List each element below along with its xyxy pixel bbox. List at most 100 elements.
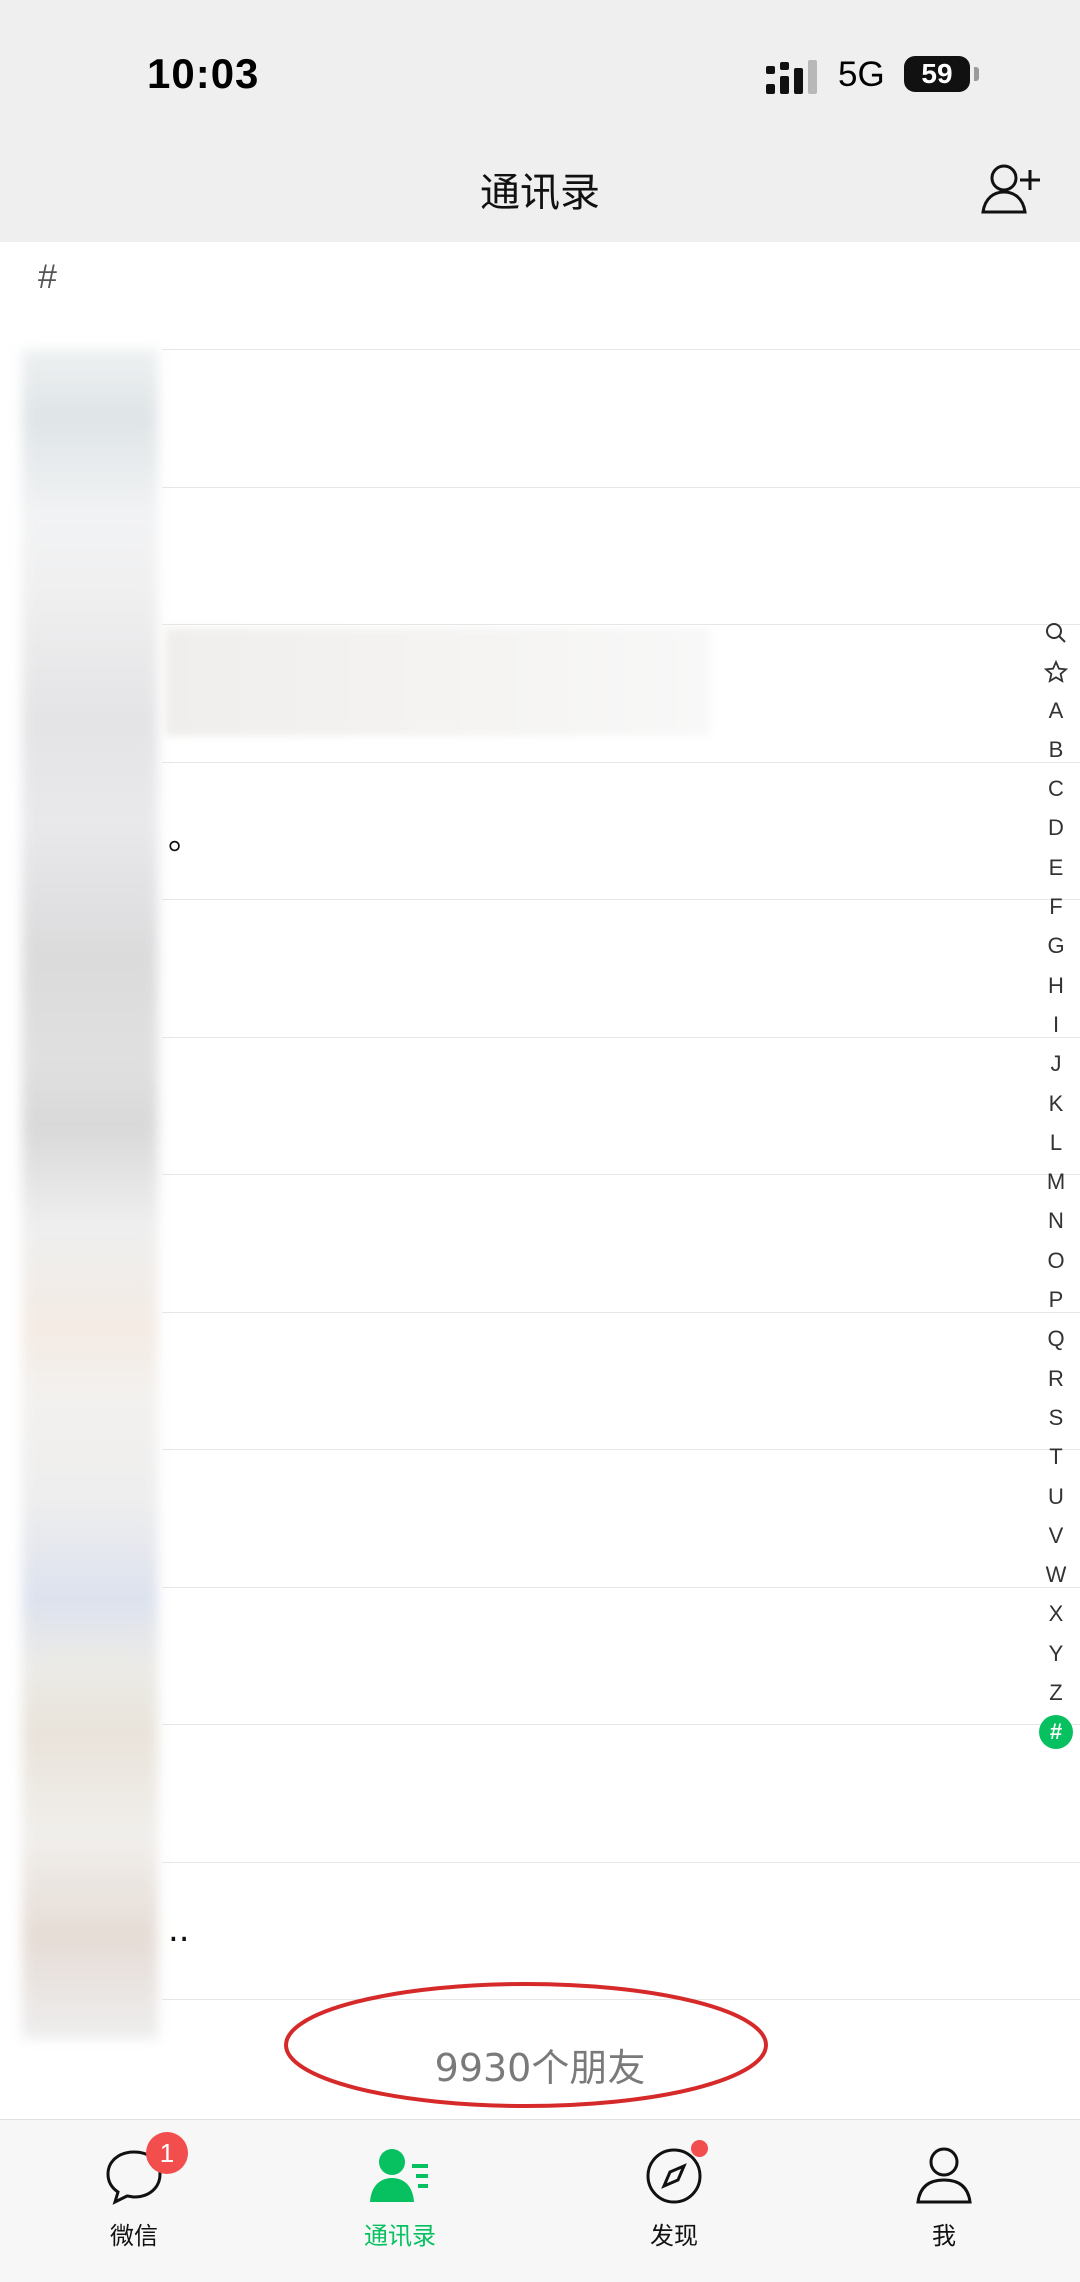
index-letter-label: F — [1049, 894, 1063, 920]
index-letter-label: K — [1048, 1090, 1064, 1116]
contact-row[interactable]: .. — [0, 1861, 1080, 2000]
section-header: # — [38, 258, 57, 296]
signal-icon — [766, 60, 817, 94]
row-divider — [162, 624, 1080, 625]
contact-row[interactable]: 。 — [0, 761, 1080, 900]
battery-indicator: 59 — [904, 56, 979, 92]
index-letter-label: S — [1048, 1404, 1064, 1430]
index-letter[interactable]: F — [1030, 887, 1080, 926]
index-letter-label: Z — [1049, 1680, 1063, 1706]
index-letter[interactable]: W — [1030, 1555, 1080, 1594]
index-star-icon[interactable] — [1030, 651, 1080, 690]
row-divider — [162, 349, 1080, 350]
add-contact-icon[interactable] — [980, 160, 1042, 216]
index-letter-label: R — [1048, 1365, 1064, 1391]
friend-count: 9930个朋友 — [434, 2046, 646, 2090]
contact-row[interactable] — [0, 899, 1080, 1037]
discover-dot — [691, 2140, 708, 2157]
tab-label: 我 — [932, 2222, 956, 2250]
index-letter-label: P — [1048, 1287, 1064, 1313]
index-search-icon[interactable] — [1030, 612, 1080, 651]
index-letter[interactable]: K — [1030, 1084, 1080, 1123]
row-divider — [162, 1174, 1080, 1175]
unread-badge: 1 — [146, 2132, 188, 2174]
index-letter-label: U — [1048, 1483, 1064, 1509]
tab-discover[interactable]: 发现 — [574, 2120, 774, 2282]
contact-row[interactable] — [0, 349, 1080, 487]
index-letter-label: M — [1046, 1169, 1066, 1195]
index-letter[interactable]: N — [1030, 1201, 1080, 1240]
index-letter[interactable]: E — [1030, 848, 1080, 887]
tab-contacts[interactable]: 通讯录 — [300, 2120, 500, 2282]
index-letter-label: Q — [1047, 1326, 1065, 1352]
contact-row[interactable] — [0, 1311, 1080, 1450]
row-divider — [162, 1449, 1080, 1450]
index-letter-label: L — [1049, 1129, 1063, 1155]
contacts-icon — [370, 2149, 428, 2202]
index-letter[interactable]: T — [1030, 1437, 1080, 1476]
index-letter[interactable]: M — [1030, 1162, 1080, 1201]
tab-me[interactable]: 我 — [844, 2120, 1044, 2282]
index-letter-label: T — [1049, 1444, 1063, 1470]
index-letter[interactable]: Q — [1030, 1319, 1080, 1358]
row-divider — [162, 1036, 1080, 1038]
contact-row[interactable] — [0, 1724, 1080, 1862]
index-letter-label: B — [1048, 736, 1064, 762]
row-divider — [162, 1724, 1080, 1725]
index-letter-label: G — [1047, 933, 1065, 959]
index-letter[interactable]: O — [1030, 1241, 1080, 1280]
row-divider — [162, 1311, 1080, 1313]
index-letter[interactable]: I — [1030, 1005, 1080, 1044]
index-letter[interactable]: U — [1030, 1477, 1080, 1516]
page-title: 通讯录 — [480, 170, 600, 216]
tab-chats[interactable]: 微信 — [34, 2120, 234, 2282]
status-bar: 10:03 5G 59 — [0, 0, 1080, 150]
index-letter[interactable]: # — [1030, 1712, 1080, 1751]
contact-list: 。.. — [0, 349, 1080, 2000]
index-letter[interactable]: D — [1030, 808, 1080, 847]
index-letter[interactable]: X — [1030, 1594, 1080, 1633]
index-letter[interactable]: J — [1030, 1044, 1080, 1083]
contact-name: .. — [168, 1909, 190, 1950]
index-letter[interactable]: L — [1030, 1123, 1080, 1162]
index-letter[interactable]: P — [1030, 1280, 1080, 1319]
index-letter[interactable]: R — [1030, 1359, 1080, 1398]
index-letter-label: X — [1048, 1601, 1064, 1627]
index-letter[interactable]: B — [1030, 730, 1080, 769]
contact-row[interactable] — [0, 486, 1080, 625]
row-divider — [162, 1586, 1080, 1588]
index-letter-label: C — [1048, 776, 1064, 802]
tab-label: 通讯录 — [364, 2222, 436, 2250]
index-letter[interactable]: Z — [1030, 1673, 1080, 1712]
index-letter-label: # — [1039, 1715, 1073, 1750]
index-letter-label: H — [1048, 972, 1064, 998]
row-divider — [162, 1861, 1080, 1863]
index-letter[interactable]: V — [1030, 1516, 1080, 1555]
index-letter[interactable]: H — [1030, 966, 1080, 1005]
index-letter[interactable]: C — [1030, 769, 1080, 808]
top-bar: 10:03 5G 59 通讯录 — [0, 0, 1080, 242]
contact-row[interactable] — [0, 624, 1080, 762]
index-letter-label: E — [1048, 854, 1064, 880]
contact-row[interactable] — [0, 1449, 1080, 1587]
tab-label: 微信 — [110, 2222, 158, 2250]
alphabet-index[interactable]: A B C D E F G H I J K L M N O P Q R S T U V W X Y Z # — [1030, 612, 1080, 1752]
index-letter-label: D — [1048, 815, 1064, 841]
network-type: 5G — [838, 55, 885, 94]
index-letter[interactable]: G — [1030, 926, 1080, 965]
index-letter-label: Y — [1048, 1640, 1064, 1666]
index-letter[interactable]: A — [1030, 691, 1080, 730]
contact-row[interactable] — [0, 1036, 1080, 1175]
row-divider — [162, 486, 1080, 488]
status-time: 10:03 — [147, 50, 260, 97]
index-letter-label: N — [1048, 1208, 1064, 1234]
contact-row[interactable] — [0, 1586, 1080, 1725]
index-letter[interactable]: Y — [1030, 1634, 1080, 1673]
index-letter-label: A — [1048, 697, 1064, 723]
index-letter-label: I — [1052, 1011, 1060, 1037]
index-letter-label: O — [1047, 1247, 1065, 1273]
tab-label: 发现 — [650, 2222, 698, 2250]
index-letter[interactable]: S — [1030, 1398, 1080, 1437]
contact-row[interactable] — [0, 1174, 1080, 1312]
person-icon — [916, 2147, 972, 2204]
